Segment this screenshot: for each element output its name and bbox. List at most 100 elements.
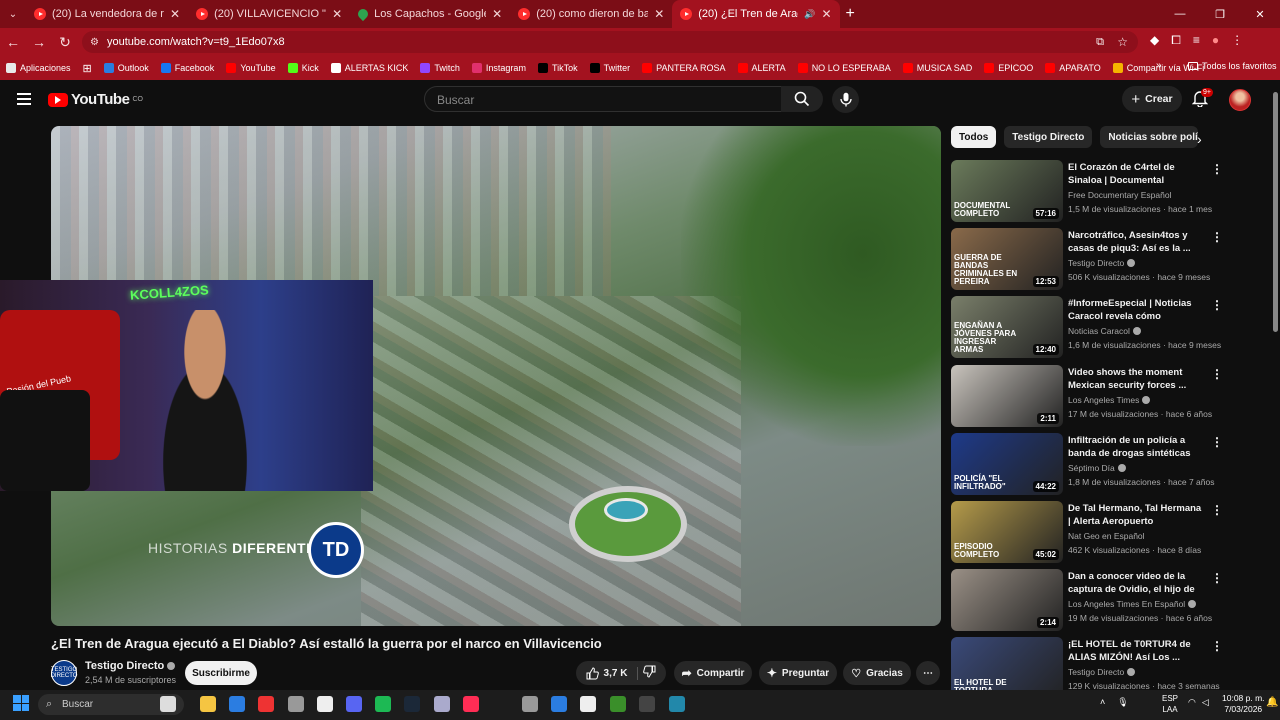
close-tab-icon[interactable]: ✕ <box>492 7 502 21</box>
recommendation-item[interactable]: ENGAÑAN A JÓVENES PARA INGRESAR ARMAS 12:… <box>951 296 1261 358</box>
more-actions-button[interactable]: ⋯ <box>916 661 940 685</box>
channel-avatar[interactable]: TESTIGO DIRECTO <box>51 660 77 686</box>
recommendation-channel[interactable]: Nat Geo en Español <box>1068 531 1145 541</box>
close-tab-icon[interactable]: ✕ <box>170 7 180 21</box>
bookmark-item[interactable]: Outlook <box>103 63 149 73</box>
file-explorer-icon[interactable] <box>200 696 216 712</box>
more-vertical-icon[interactable]: ⋮ <box>1211 298 1223 312</box>
recommendation-title[interactable]: De Tal Hermano, Tal Hermana | Alerta Aer… <box>1068 502 1202 528</box>
notifications-button[interactable]: 9+ <box>1191 88 1213 112</box>
share-button[interactable]: ➦ Compartir <box>674 661 752 685</box>
extension-icon[interactable]: ◆ <box>1150 33 1159 48</box>
bookmark-item[interactable]: PANTERA ROSA <box>642 63 726 73</box>
close-tab-icon[interactable]: ✕ <box>821 7 831 21</box>
app-icon[interactable] <box>639 696 655 712</box>
bookmark-item[interactable]: Facebook <box>160 63 214 73</box>
maximize-icon[interactable]: ❐ <box>1200 8 1240 21</box>
audio-playing-icon[interactable]: 🔊 <box>804 9 815 20</box>
more-vertical-icon[interactable]: ⋮ <box>1211 435 1223 449</box>
steam-icon[interactable] <box>404 696 420 712</box>
recommendation-title[interactable]: Video shows the moment Mexican security … <box>1068 366 1202 392</box>
recommendation-channel[interactable]: Séptimo Día <box>1068 463 1126 473</box>
back-arrow-icon[interactable]: ← <box>0 34 26 50</box>
extensions-puzzle-icon[interactable]: ⧠ <box>1171 33 1181 48</box>
recommendation-item[interactable]: 2:14 Dan a conocer video de la captura de… <box>951 569 1261 631</box>
close-window-icon[interactable]: ✕ <box>1240 8 1280 21</box>
file-icon[interactable] <box>317 696 333 712</box>
menu-kebab-icon[interactable]: ⋮ <box>1231 33 1243 48</box>
search-input[interactable]: Buscar <box>424 86 782 112</box>
bookmark-item[interactable]: Kick <box>287 63 319 73</box>
capcut-icon[interactable] <box>580 696 596 712</box>
recommendation-title[interactable]: Dan a conocer video de la captura de Ovi… <box>1068 570 1202 597</box>
recommendation-item[interactable]: GUERRA DE BANDAS CRIMINALES EN PEREIRA 12… <box>951 228 1261 290</box>
bookmark-item[interactable]: Twitter <box>589 63 630 73</box>
voice-search-button[interactable] <box>832 86 859 113</box>
app-icon[interactable] <box>434 696 450 712</box>
more-vertical-icon[interactable]: ⋮ <box>1211 639 1223 653</box>
thanks-button[interactable]: ♡ Gracias <box>843 661 911 685</box>
recorder-icon[interactable] <box>288 696 304 712</box>
video-thumbnail[interactable]: GUERRA DE BANDAS CRIMINALES EN PEREIRA 12… <box>951 228 1063 290</box>
recommendation-item[interactable]: DOCUMENTAL COMPLETO 57:16 El Corazón de C4… <box>951 160 1261 222</box>
app-icon[interactable] <box>551 696 567 712</box>
recommendation-channel[interactable]: Los Angeles Times En Español <box>1068 599 1197 609</box>
recommendation-channel[interactable]: Free Documentary Español <box>1068 190 1171 200</box>
search-button[interactable] <box>781 86 823 112</box>
browser-tab[interactable]: (20) VILLAVICENCIO "EL CRIME✕ <box>188 0 350 28</box>
video-thumbnail[interactable]: ENGAÑAN A JÓVENES PARA INGRESAR ARMAS 12:… <box>951 296 1063 358</box>
bookmark-item[interactable]: EPICOO <box>984 63 1033 73</box>
all-bookmarks-folder[interactable]: Todos los favoritos <box>1188 61 1277 71</box>
bookmark-item[interactable]: NO LO ESPERABA <box>797 63 891 73</box>
recommendation-title[interactable]: Infiltración de un policía a banda de dr… <box>1068 434 1202 461</box>
channel-name[interactable]: Testigo Directo <box>85 660 176 672</box>
spotify-icon[interactable] <box>375 696 391 712</box>
recommendation-title[interactable]: ¡EL HOTEL de T0RTUR4 de ALIAS MIZÓN! Así… <box>1068 638 1202 664</box>
app-icon[interactable] <box>669 696 685 712</box>
new-tab-icon[interactable]: + <box>846 5 855 23</box>
minimize-icon[interactable]: — <box>1160 8 1200 20</box>
video-thumbnail[interactable]: 2:14 <box>951 569 1063 631</box>
create-button[interactable]: + Crear <box>1122 86 1182 112</box>
store-icon[interactable] <box>229 696 245 712</box>
tray-chevron-up-icon[interactable]: ˄ <box>1100 697 1105 708</box>
site-info-icon[interactable]: ⚙ <box>90 37 99 48</box>
bookmark-item[interactable]: ALERTA <box>737 63 786 73</box>
chip-channel[interactable]: Testigo Directo <box>1004 126 1093 148</box>
ask-button[interactable]: ✦ Preguntar <box>759 661 837 685</box>
apps-grid-icon[interactable]: ⊞ <box>83 62 92 75</box>
bookmark-item[interactable]: ALERTAS KICK <box>330 63 408 73</box>
browser-tab-active[interactable]: (20) ¿El Tren de Aragua eje🔊✕ <box>672 0 840 28</box>
scrollbar-thumb[interactable] <box>1273 92 1278 332</box>
windows-start-icon[interactable] <box>13 695 29 711</box>
bookmark-star-icon[interactable]: ☆ <box>1117 35 1128 49</box>
bookmark-item[interactable]: MUSICA SAD <box>902 63 972 73</box>
recommendation-title[interactable]: El Corazón de C4rtel de Sinaloa | Docume… <box>1068 161 1202 188</box>
more-vertical-icon[interactable]: ⋮ <box>1211 503 1223 517</box>
video-thumbnail[interactable]: EPISODIO COMPLETO 45:02 <box>951 501 1063 563</box>
like-button[interactable]: 3,7 K <box>586 666 639 680</box>
chrome-icon[interactable] <box>258 696 274 712</box>
dislike-button[interactable] <box>643 665 656 681</box>
notification-center-icon[interactable]: 🔔 <box>1266 697 1278 708</box>
wifi-icon[interactable]: ◠ <box>1188 697 1196 708</box>
hamburger-menu-icon[interactable] <box>17 93 31 105</box>
more-bookmarks-icon[interactable]: » <box>1156 60 1162 71</box>
browser-tab[interactable]: (20) La vendedora de rosas Peli✕ <box>26 0 188 28</box>
more-vertical-icon[interactable]: ⋮ <box>1211 162 1223 176</box>
forward-arrow-icon[interactable]: → <box>26 34 52 50</box>
recommendation-channel[interactable]: Testigo Directo <box>1068 258 1136 268</box>
sparkle-wand-icon[interactable] <box>160 696 176 712</box>
bookmark-item[interactable]: Twitch <box>420 63 460 73</box>
recommendation-item[interactable]: POLICÍA "EL INFILTRADO" 44:22 Infiltración… <box>951 433 1261 495</box>
close-tab-icon[interactable]: ✕ <box>654 7 664 21</box>
tiktok-icon[interactable] <box>463 696 479 712</box>
video-thumbnail[interactable]: 2:11 <box>951 365 1063 427</box>
recommendation-title[interactable]: #InformeEspecial | Noticias Caracol reve… <box>1068 297 1202 324</box>
reload-icon[interactable]: ↻ <box>52 34 78 51</box>
recommendation-item[interactable]: 2:11 Video shows the moment Mexican secur… <box>951 365 1261 427</box>
subscribe-button[interactable]: Suscribirme <box>185 661 257 685</box>
keyboard-language[interactable]: ESP LAA <box>1162 693 1178 715</box>
more-vertical-icon[interactable]: ⋮ <box>1211 367 1223 381</box>
more-vertical-icon[interactable]: ⋮ <box>1211 230 1223 244</box>
